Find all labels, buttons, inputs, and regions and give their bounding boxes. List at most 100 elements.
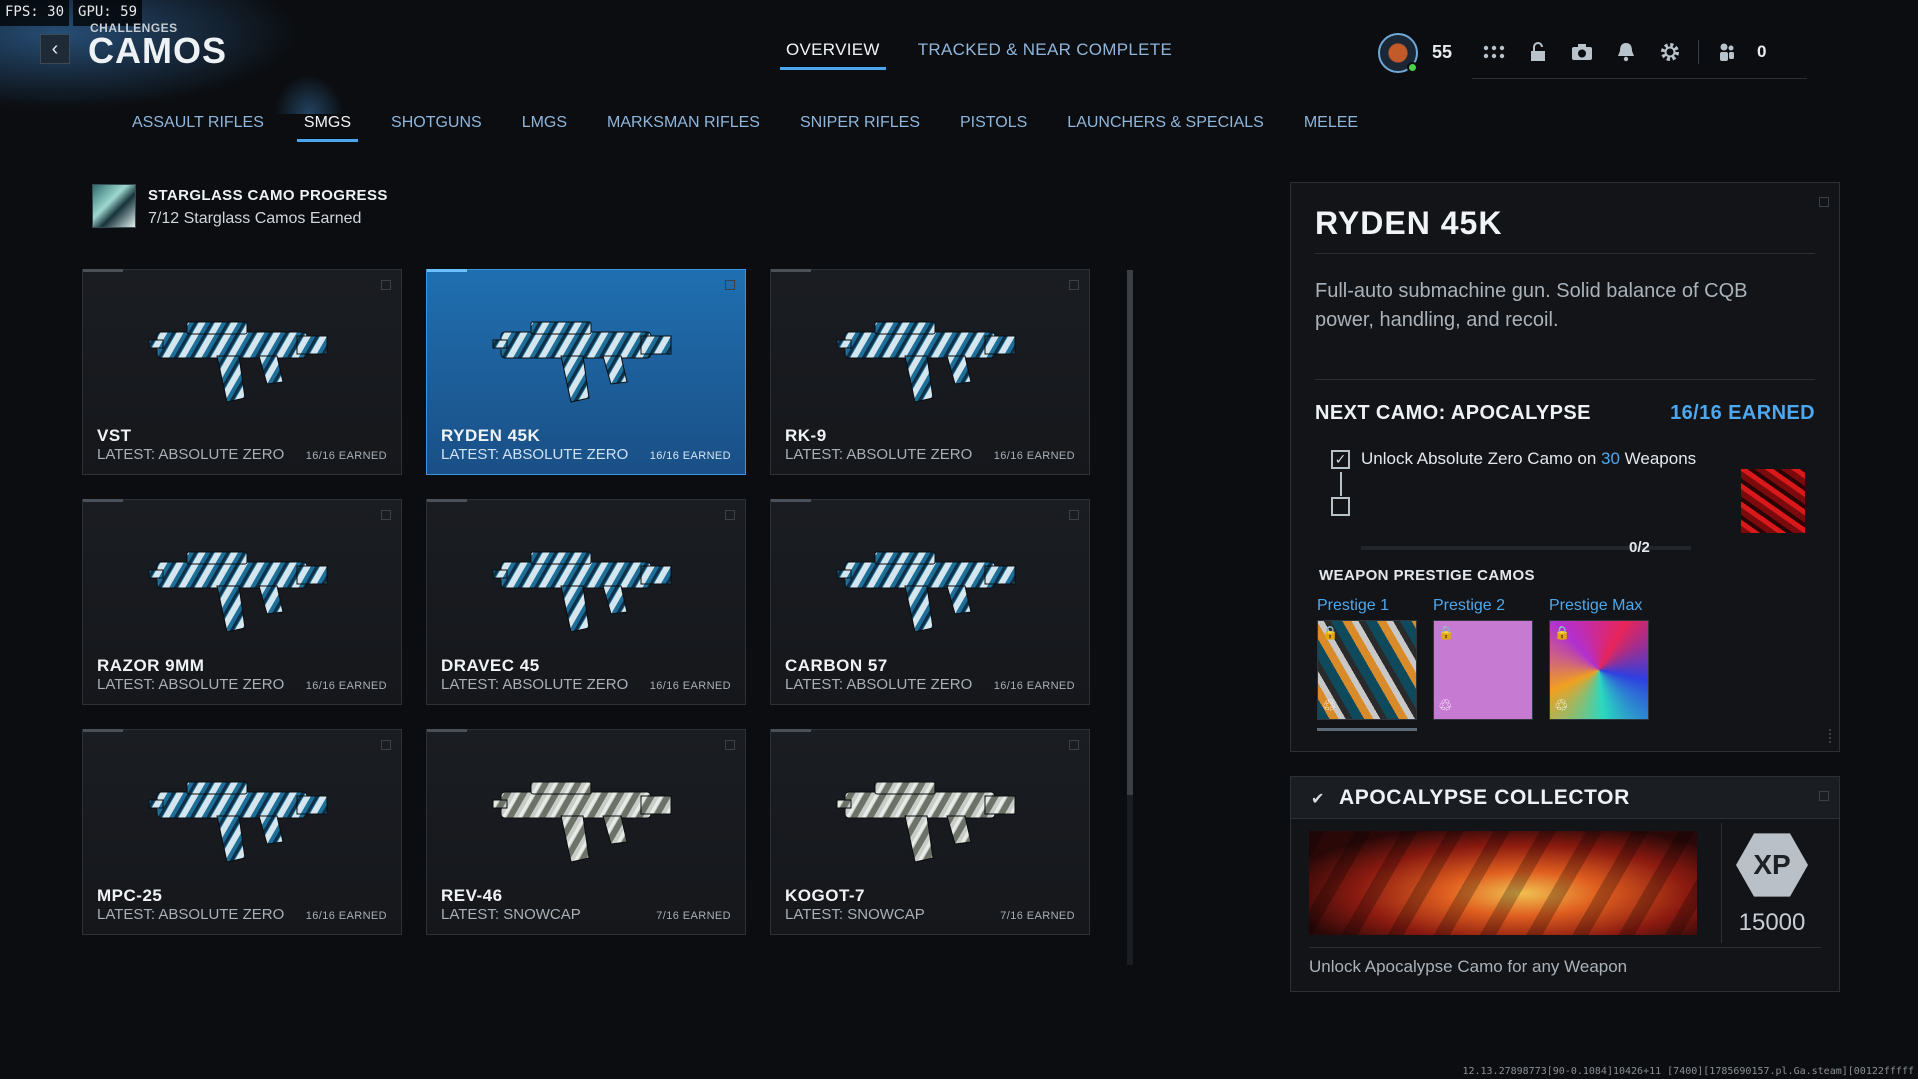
weapon-card[interactable]: KOGOT-7 LATEST: SNOWCAP 7/16 EARNED [770,729,1090,935]
weapon-grid: VST LATEST: ABSOLUTE ZERO 16/16 EARNED R… [82,269,1090,935]
prestige-icon: ♲ [1554,698,1569,715]
divider [1698,40,1699,64]
weapon-name: RYDEN 45K [441,426,541,445]
pin-icon[interactable] [1069,740,1079,750]
selection-indicator [1317,728,1417,731]
build-string: 12.13.27898773[90-0.1084]10426+11 [7400]… [1462,1066,1914,1077]
lock-icon: 🔒 [1322,625,1339,640]
avatar[interactable] [1378,32,1418,73]
prestige-card-2[interactable]: Prestige 2 🔒 ♲ [1433,597,1533,731]
weapon-earned: 7/16 EARNED [656,910,731,922]
prestige-label: Prestige Max [1549,597,1643,614]
prestige-icon: ♲ [1438,698,1453,715]
weapon-image [836,321,1016,403]
pin-icon[interactable] [725,280,735,290]
scroll-handle-icon [1827,729,1831,743]
weapon-card[interactable]: MPC-25 LATEST: ABSOLUTE ZERO 16/16 EARNE… [82,729,402,935]
weapon-card[interactable]: RYDEN 45K LATEST: ABSOLUTE ZERO 16/16 EA… [426,269,746,475]
pin-icon[interactable] [1819,197,1829,207]
back-button[interactable]: ‹ [40,34,70,64]
detail-title: RYDEN 45K [1315,205,1503,241]
tab-assault-rifles[interactable]: ASSAULT RIFLES [132,114,264,142]
pin-icon[interactable] [1069,510,1079,520]
prestige-card-max[interactable]: Prestige Max 🔒 ♲ [1549,597,1649,731]
checkbox-empty-icon [1331,497,1350,516]
page-title: CAMOS [88,30,227,71]
quick-icons: 0 [1472,32,1807,79]
scrollbar-thumb[interactable] [1127,270,1133,795]
weapon-earned: 16/16 EARNED [993,450,1075,462]
divider [1315,379,1815,380]
tab-pistols[interactable]: PISTOLS [960,114,1027,142]
prestige-1-camo: 🔒 ♲ [1317,620,1417,720]
pin-icon[interactable] [1069,280,1079,290]
weapon-card[interactable]: RK-9 LATEST: ABSOLUTE ZERO 16/16 EARNED [770,269,1090,475]
weapon-earned: 7/16 EARNED [1000,910,1075,922]
gear-icon[interactable] [1648,32,1692,72]
unlock-icon[interactable] [1516,32,1560,72]
pin-icon[interactable] [381,740,391,750]
weapon-image [148,781,328,863]
prestige-max-camo: 🔒 ♲ [1549,620,1649,720]
prestige-label: Prestige 1 [1317,597,1390,614]
collector-header[interactable]: ✔ APOCALYPSE COLLECTOR [1291,777,1839,819]
friends-icon[interactable] [1705,32,1749,72]
lock-icon: 🔒 [1438,625,1455,640]
step-connector [1340,472,1342,496]
pin-icon[interactable] [381,510,391,520]
tab-tracked[interactable]: TRACKED & NEAR COMPLETE [918,40,1172,70]
weapon-card[interactable]: CARBON 57 LATEST: ABSOLUTE ZERO 16/16 EA… [770,499,1090,705]
category-tabs: ASSAULT RIFLES SMGS SHOTGUNS LMGS MARKSM… [132,114,1358,142]
next-camo-label: NEXT CAMO: APOCALYPSE [1315,402,1591,424]
pin-icon[interactable] [1819,791,1829,801]
weapon-image [148,321,328,403]
prestige-title: WEAPON PRESTIGE CAMOS [1319,567,1535,584]
divider [1309,947,1821,948]
grid-menu-icon[interactable] [1472,32,1516,72]
apocalypse-camo-thumbnail [1741,469,1805,533]
xp-reward: XP 15000 [1721,823,1821,943]
tab-smgs[interactable]: SMGS [296,114,359,142]
weapon-card[interactable]: VST LATEST: ABSOLUTE ZERO 16/16 EARNED [82,269,402,475]
xp-amount: 15000 [1738,909,1806,936]
weapon-detail-panel: RYDEN 45K Full-auto submachine gun. Soli… [1290,182,1840,752]
card-accent [83,269,123,272]
bell-icon[interactable] [1604,32,1648,72]
tab-overview[interactable]: OVERVIEW [780,40,886,70]
tab-shotguns[interactable]: SHOTGUNS [391,114,482,142]
prestige-label: Prestige 2 [1433,597,1506,614]
weapon-name: RK-9 [785,426,827,445]
weapon-image [492,321,672,403]
pin-icon[interactable] [725,740,735,750]
progress-subtitle: 7/12 Starglass Camos Earned [148,210,362,227]
prestige-card-1[interactable]: Prestige 1 🔒 ♲ [1317,597,1417,731]
check-icon: ✔ [1311,791,1325,808]
collector-description: Unlock Apocalypse Camo for any Weapon [1309,957,1628,976]
camera-icon[interactable] [1560,32,1604,72]
weapon-earned: 16/16 EARNED [649,680,731,692]
pin-icon[interactable] [725,510,735,520]
collector-title: APOCALYPSE COLLECTOR [1339,786,1630,809]
weapon-latest-camo: LATEST: SNOWCAP [441,906,581,923]
tab-marksman-rifles[interactable]: MARKSMAN RIFLES [607,114,760,142]
pin-icon[interactable] [381,280,391,290]
weapon-latest-camo: LATEST: ABSOLUTE ZERO [97,906,285,923]
tab-launchers-specials[interactable]: LAUNCHERS & SPECIALS [1067,114,1264,142]
weapon-name: DRAVEC 45 [441,656,540,675]
apocalypse-collector-panel: ✔ APOCALYPSE COLLECTOR XP 15000 Unlock A… [1290,776,1840,992]
weapon-card[interactable]: REV-46 LATEST: SNOWCAP 7/16 EARNED [426,729,746,935]
online-status-icon [1407,61,1418,73]
divider [1315,253,1815,254]
player-bar: 55 0 [1378,26,1807,79]
scrollbar[interactable] [1127,270,1133,965]
weapon-name: KOGOT-7 [785,886,866,905]
weapon-card[interactable]: DRAVEC 45 LATEST: ABSOLUTE ZERO 16/16 EA… [426,499,746,705]
weapon-card[interactable]: RAZOR 9MM LATEST: ABSOLUTE ZERO 16/16 EA… [82,499,402,705]
tab-lmgs[interactable]: LMGS [522,114,567,142]
card-accent [771,729,811,732]
tab-sniper-rifles[interactable]: SNIPER RIFLES [800,114,920,142]
weapon-latest-camo: LATEST: ABSOLUTE ZERO [97,676,285,693]
starglass-camo-icon [92,184,136,228]
detail-description: Full-auto submachine gun. Solid balance … [1315,280,1748,331]
tab-melee[interactable]: MELEE [1304,114,1358,142]
